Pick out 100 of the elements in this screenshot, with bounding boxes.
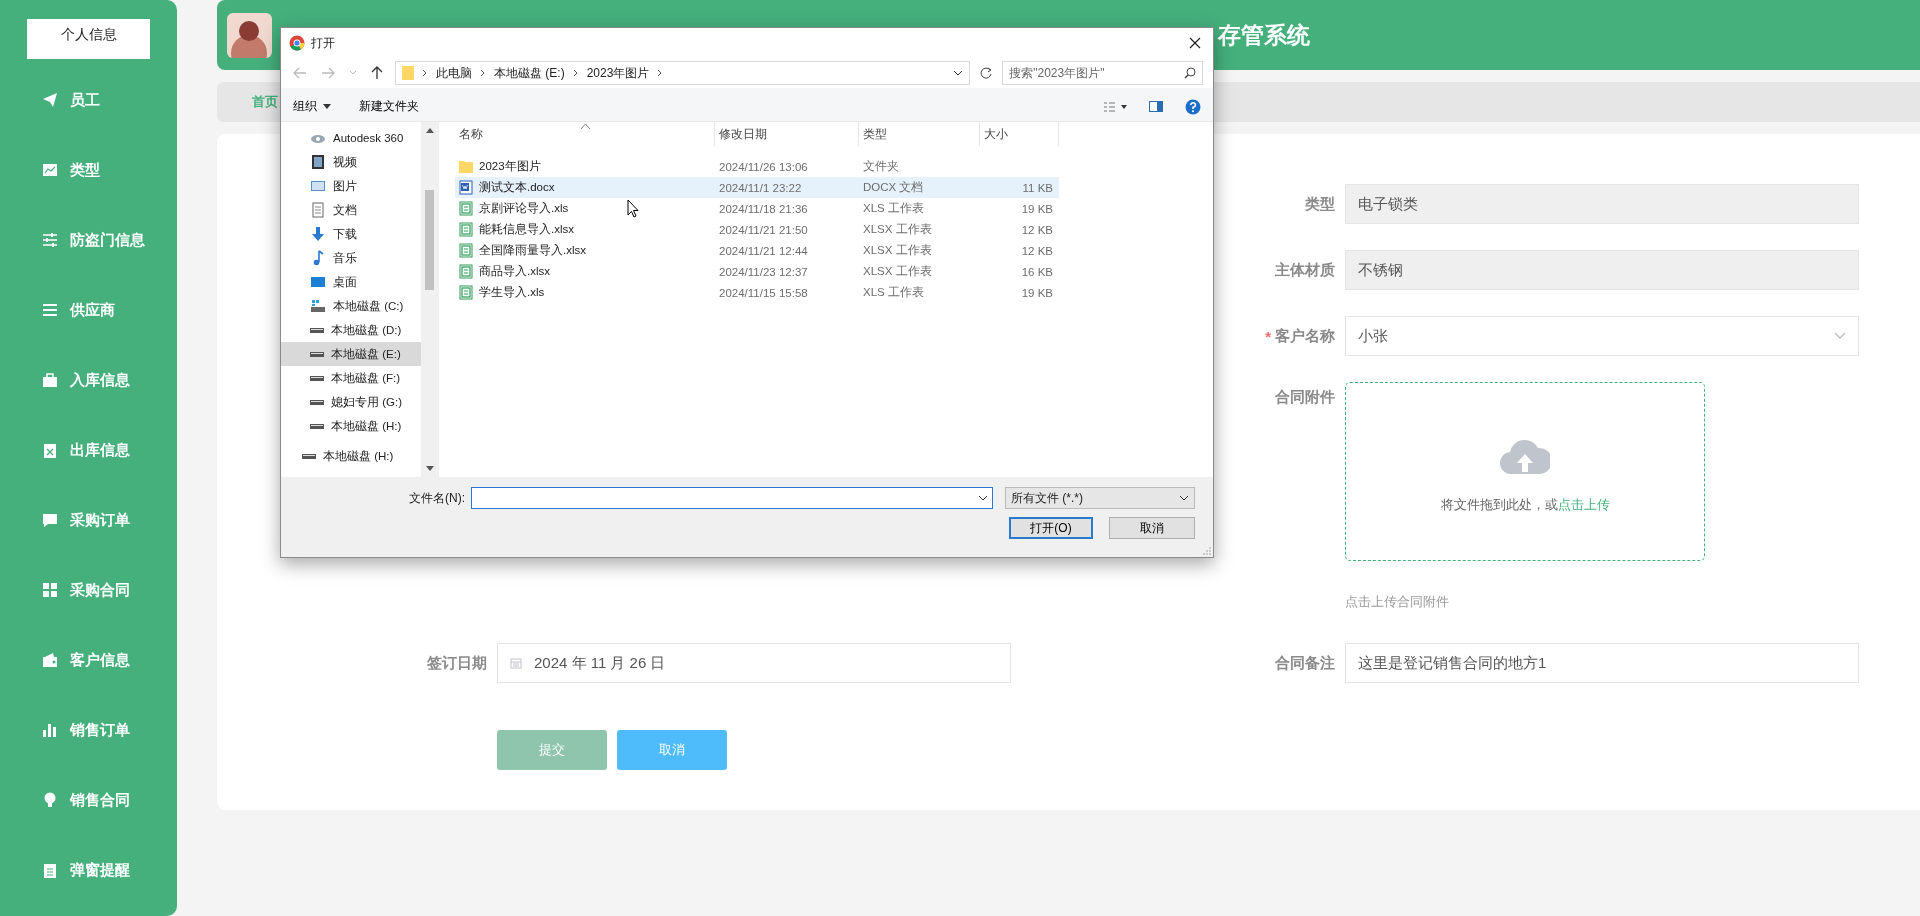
resize-grip-icon xyxy=(1203,547,1211,555)
scrollbar[interactable] xyxy=(421,122,438,477)
upload-instruction: 将文件拖到此处，或点击上传 xyxy=(1440,495,1610,514)
file-type: DOCX 文档 xyxy=(862,180,925,195)
browser-logo-icon xyxy=(289,35,305,51)
chevron-down-icon xyxy=(1179,495,1189,501)
select-field[interactable]: 小张 xyxy=(1345,316,1859,356)
file-date: 2024/11/1 23:22 xyxy=(718,181,803,194)
file-name: 商品导入.xlsx xyxy=(479,264,550,279)
file-row[interactable]: 学生导入.xls 2024/11/15 15:58 XLS 工作表 19 KB xyxy=(455,282,1059,303)
nav-item[interactable]: 下载 xyxy=(281,222,421,246)
breadcrumb[interactable]: 此电脑 xyxy=(436,64,472,82)
sort-up-icon xyxy=(581,124,590,129)
document-icon xyxy=(310,202,326,218)
app-title: 存管系统 xyxy=(1218,20,1310,50)
preview-pane-icon xyxy=(1149,101,1163,112)
drive-icon xyxy=(310,298,326,314)
file-type: XLSX 工作表 xyxy=(862,222,933,237)
open-button[interactable]: 打开(O) xyxy=(1009,517,1093,539)
nav-item[interactable]: Autodesk 360 xyxy=(281,126,421,150)
spreadsheet-icon xyxy=(459,285,473,300)
refresh-icon xyxy=(980,67,993,79)
file-row[interactable]: 测试文本.docx 2024/11/1 23:22 DOCX 文档 11 KB xyxy=(455,177,1059,198)
file-name: 学生导入.xls xyxy=(479,285,545,300)
nav-item[interactable]: 本地磁盘 (D:) xyxy=(281,318,421,342)
file-size: 11 KB xyxy=(1021,181,1054,194)
required-mark: * xyxy=(1265,327,1271,345)
file-date: 2024/11/15 15:58 xyxy=(718,286,809,299)
nav-item[interactable]: 图片 xyxy=(281,174,421,198)
upload-area[interactable]: 将文件拖到此处，或点击上传 xyxy=(1345,382,1705,561)
sliders-icon xyxy=(42,232,58,248)
filename-label: 文件名(N): xyxy=(409,489,465,507)
profile-button[interactable]: 个人信息 xyxy=(27,19,150,59)
download-arrow-icon xyxy=(310,226,326,242)
column-header[interactable]: 名称 xyxy=(455,122,715,146)
nav-item[interactable]: 本地磁盘 (C:) xyxy=(281,294,421,318)
filename-field[interactable] xyxy=(471,487,993,509)
chevron-right-icon xyxy=(422,69,428,77)
file-row[interactable]: 京剧评论导入.xls 2024/11/18 21:36 XLS 工作表 19 KB xyxy=(455,198,1059,219)
spreadsheet-icon xyxy=(459,264,473,279)
drive-icon xyxy=(310,399,324,405)
avatar xyxy=(227,12,272,58)
search-field[interactable]: 搜索"2023年图片" xyxy=(1002,61,1203,85)
column-header[interactable]: 修改日期 xyxy=(715,122,859,146)
field-label: 主体材质 xyxy=(1275,259,1335,280)
nav-item[interactable]: 本地磁盘 (F:) xyxy=(281,366,421,390)
cancel-button[interactable]: 取消 xyxy=(1109,517,1195,539)
breadcrumb[interactable]: 2023年图片 xyxy=(586,64,650,82)
file-name: 能耗信息导入.xlsx xyxy=(479,222,574,237)
drive-icon xyxy=(310,423,324,429)
clipboard-icon xyxy=(42,442,58,458)
picture-icon xyxy=(310,178,326,194)
briefcase-icon xyxy=(42,372,58,388)
nav-item[interactable]: 桌面 xyxy=(281,270,421,294)
file-row[interactable]: 商品导入.xlsx 2024/11/23 12:37 XLSX 工作表 16 KB xyxy=(455,261,1059,282)
input-field[interactable]: 这里是登记销售合同的地方1 xyxy=(1345,643,1859,683)
list-icon xyxy=(42,302,58,318)
nav-item[interactable]: 视频 xyxy=(281,150,421,174)
monitor-icon xyxy=(310,274,326,290)
wallet-icon xyxy=(42,652,58,668)
new-folder-button[interactable]: 新建文件夹 xyxy=(359,98,419,115)
spreadsheet-icon xyxy=(459,243,473,258)
send-icon xyxy=(42,92,58,108)
chevron-down-icon xyxy=(1834,332,1846,340)
file-row[interactable]: 能耗信息导入.xlsx 2024/11/21 21:50 XLSX 工作表 12 KB xyxy=(455,219,1059,240)
chevron-down-icon xyxy=(978,495,988,501)
file-date: 2024/11/23 12:37 xyxy=(718,265,809,278)
column-header[interactable]: 大小 xyxy=(980,122,1059,146)
lightbulb-icon xyxy=(42,792,58,808)
date-field[interactable]: 2024 年 11 月 26 日 xyxy=(497,643,1011,683)
document-icon xyxy=(459,180,473,195)
breadcrumb[interactable]: 本地磁盘 (E:) xyxy=(494,64,565,82)
organize-menu[interactable]: 组织 xyxy=(293,98,331,115)
chevron-down-icon xyxy=(349,70,357,76)
nav-item[interactable]: 本地磁盘 (H:) xyxy=(281,414,421,438)
file-date: 2024/11/18 21:36 xyxy=(718,202,809,215)
nav-item[interactable]: 文档 xyxy=(281,198,421,222)
scroll-down-icon xyxy=(425,466,434,471)
file-size: 16 KB xyxy=(1020,265,1054,278)
close-icon xyxy=(1189,37,1201,49)
file-row[interactable]: 2023年图片 2024/11/26 13:06 文件夹 xyxy=(455,156,1059,177)
file-type-select[interactable]: 所有文件 (*.*) xyxy=(1005,487,1195,509)
nav-item[interactable]: 媳妇专用 (G:) xyxy=(281,390,421,414)
cloud-upload-icon xyxy=(1500,437,1550,476)
back-icon xyxy=(293,67,307,79)
calendar-icon xyxy=(510,657,522,669)
chevron-down-icon xyxy=(953,70,964,76)
field-label: 合同附件 xyxy=(1275,387,1335,407)
scroll-thumb[interactable] xyxy=(425,190,434,290)
field-label: 合同备注 xyxy=(1275,652,1335,673)
nav-item[interactable]: 本地磁盘 (H:) xyxy=(281,444,421,468)
column-header[interactable]: 类型 xyxy=(859,122,980,146)
address-bar[interactable]: 此电脑 本地磁盘 (E:) 2023年图片 xyxy=(395,61,971,85)
nav-item[interactable]: 本地磁盘 (E:) xyxy=(281,342,421,366)
file-size: 19 KB xyxy=(1020,286,1054,299)
file-type: XLS 工作表 xyxy=(862,201,925,216)
nav-item[interactable]: 音乐 xyxy=(281,246,421,270)
file-row[interactable]: 全国降雨量导入.xlsx 2024/11/21 12:44 XLSX 工作表 12 KB xyxy=(455,240,1059,261)
file-name: 2023年图片 xyxy=(479,159,541,174)
folder-icon xyxy=(459,159,473,174)
